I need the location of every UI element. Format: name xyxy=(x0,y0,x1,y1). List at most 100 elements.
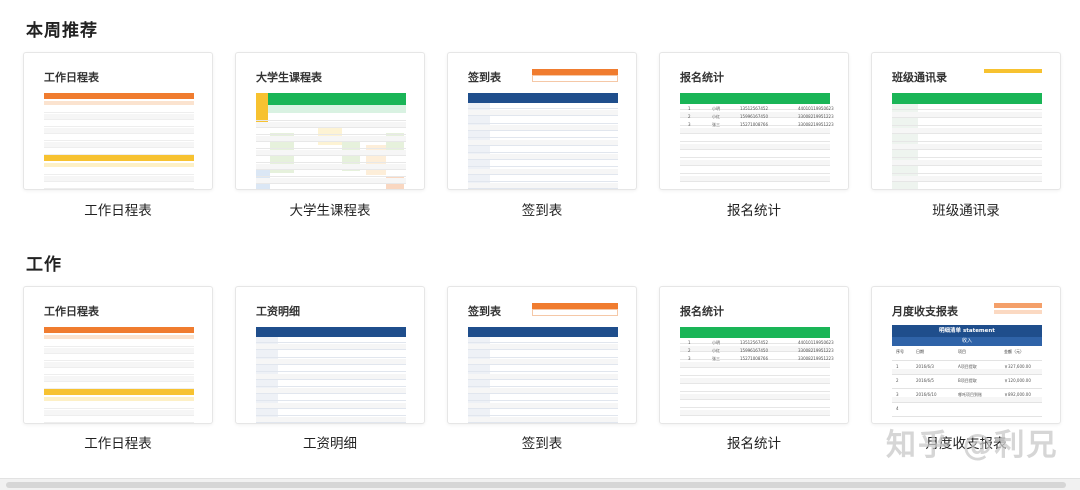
template-card-label[interactable]: 大学生课程表 xyxy=(235,199,425,219)
template-card-label[interactable]: 工资明细 xyxy=(235,432,425,452)
template-card[interactable]: 签到表 xyxy=(447,286,637,424)
thumb-row xyxy=(256,358,406,365)
thumb-row xyxy=(44,417,194,423)
thumb-row xyxy=(892,144,1042,150)
thumb-row xyxy=(468,161,618,168)
thumb-row xyxy=(468,358,618,365)
template-card-label[interactable]: 工作日程表 xyxy=(23,199,213,219)
horizontal-scrollbar[interactable] xyxy=(0,478,1080,490)
thumb-row xyxy=(256,337,406,343)
thumb-cell-text: 15996167450 xyxy=(740,348,768,353)
thumb-column-header: 日期 xyxy=(916,349,924,354)
thumb-row xyxy=(256,157,406,163)
thumb-header-bar xyxy=(44,389,194,395)
thumb-row xyxy=(44,183,194,189)
thumb-row xyxy=(468,110,618,117)
thumb-header-bar xyxy=(44,327,194,333)
thumb-cell-text: 3 xyxy=(896,392,899,397)
template-card-label[interactable]: 签到表 xyxy=(447,432,637,452)
thumb-title: 签到表 xyxy=(468,71,501,84)
thumb-row xyxy=(680,136,830,142)
thumb-row xyxy=(680,128,830,134)
thumb-title: 工作日程表 xyxy=(44,71,99,84)
thumb-header-bar xyxy=(680,93,830,104)
thumb-row xyxy=(44,403,194,409)
section-title-weekly: 本周推荐 xyxy=(26,21,98,41)
thumb-row xyxy=(468,366,618,373)
thumb-subheader-bar xyxy=(44,397,194,401)
thumb-row xyxy=(44,135,194,141)
thumb-row xyxy=(680,362,830,368)
thumb-cell-text: 小明 xyxy=(712,106,720,111)
thumb-row xyxy=(468,139,618,146)
template-card[interactable]: 签到表 xyxy=(447,52,637,190)
template-card[interactable]: 工资明细 xyxy=(235,286,425,424)
thumb-row xyxy=(892,383,1042,389)
thumb-row xyxy=(256,129,406,135)
template-card-label[interactable]: 报名统计 xyxy=(659,199,849,219)
thumb-row xyxy=(892,397,1042,403)
thumb-date-cell xyxy=(532,309,618,316)
thumb-row xyxy=(256,402,406,409)
template-card[interactable]: 报名统计 1 小明 13512567452 44010119950623 2 小红 15996… xyxy=(659,52,849,190)
thumb-cell-text: 15271008766 xyxy=(740,122,768,127)
thumb-row xyxy=(468,176,618,182)
thumb-date-cell xyxy=(532,75,618,82)
thumb-cell-text: 13512567452 xyxy=(740,340,768,345)
template-card-label[interactable]: 报名统计 xyxy=(659,432,849,452)
thumb-cell-text: 哪吒项目到账 xyxy=(958,392,982,397)
thumb-header-bar xyxy=(680,327,830,338)
thumb-cell-text: 张三 xyxy=(712,122,720,127)
thumb-row xyxy=(44,376,194,382)
thumb-row xyxy=(680,176,830,182)
thumb-row xyxy=(256,352,406,358)
template-card[interactable]: 月度收支报表 明细清单 statement 收入 序号 日期 项目 金额（元） 1 2016/6… xyxy=(871,286,1061,424)
thumb-row xyxy=(680,184,830,189)
thumb-title: 工资明细 xyxy=(256,305,300,318)
thumb-row xyxy=(256,373,406,380)
thumb-cell-text: 44010119950623 xyxy=(798,106,834,111)
thumb-cell-text: 张三 xyxy=(712,356,720,361)
thumb-row xyxy=(892,184,1042,189)
thumb-row xyxy=(256,164,406,170)
thumb-header-bar xyxy=(256,93,406,105)
thumb-row xyxy=(468,352,618,358)
thumb-subheader-bar xyxy=(44,163,194,167)
scrollbar-thumb[interactable] xyxy=(6,482,1066,488)
thumb-row xyxy=(468,388,618,395)
thumb-cell-text: 15271008766 xyxy=(740,356,768,361)
thumb-row xyxy=(468,147,618,153)
template-card[interactable]: 工作日程表 xyxy=(23,286,213,424)
thumb-row xyxy=(44,355,194,361)
thumb-cell-text: 小红 xyxy=(712,114,720,119)
template-card[interactable]: 大学生课程表 xyxy=(235,52,425,190)
thumb-cell-text: 44010119950623 xyxy=(798,340,834,345)
template-card[interactable]: 工作日程表 xyxy=(23,52,213,190)
thumb-row xyxy=(680,386,830,392)
thumb-cell-text: 2016/6/5 xyxy=(916,378,934,383)
template-card-label[interactable]: 签到表 xyxy=(447,199,637,219)
template-card[interactable]: 报名统计 1 小明 13512567452 44010119950623 2 小红 15996… xyxy=(659,286,849,424)
thumb-row xyxy=(468,410,618,416)
template-card[interactable]: 班级通讯录 xyxy=(871,52,1061,190)
thumb-row xyxy=(44,410,194,416)
thumb-row xyxy=(468,337,618,343)
thumb-cell-text: 1 xyxy=(688,340,691,345)
thumb-row xyxy=(892,411,1042,417)
thumb-row xyxy=(680,160,830,166)
thumb-row xyxy=(256,388,406,395)
section-title-work: 工作 xyxy=(26,255,62,275)
thumb-row xyxy=(256,410,406,416)
template-card-label[interactable]: 班级通讯录 xyxy=(871,199,1061,219)
thumb-row xyxy=(256,171,406,177)
thumb-row xyxy=(680,418,830,423)
thumb-header-bar xyxy=(468,93,618,103)
thumb-row xyxy=(680,394,830,400)
thumb-cell-text: 33008219951223 xyxy=(798,348,834,353)
thumb-header-bar xyxy=(256,327,406,337)
thumb-row xyxy=(892,160,1042,166)
thumb-column-header: 项目 xyxy=(958,349,966,354)
thumb-row xyxy=(256,136,406,142)
template-card-label[interactable]: 工作日程表 xyxy=(23,432,213,452)
thumb-row xyxy=(680,410,830,416)
